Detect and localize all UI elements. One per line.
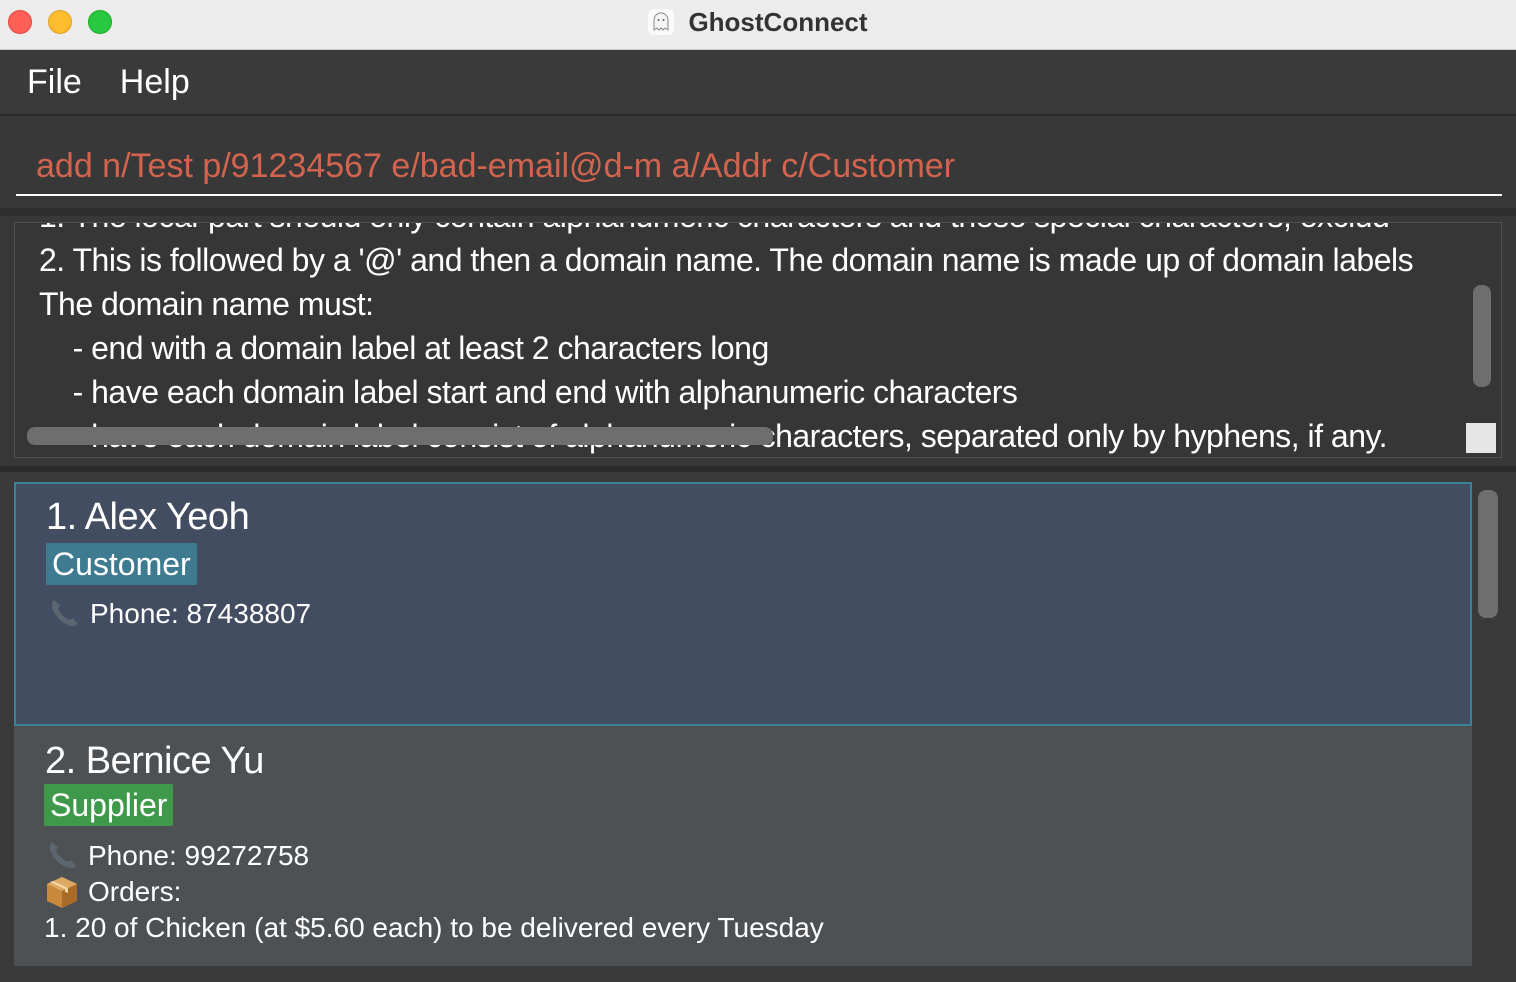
result-line: 1. The local-part should only contain al… xyxy=(39,223,1390,238)
scroll-corner xyxy=(1466,423,1496,453)
person-card[interactable]: 2. Bernice Yu Supplier Phone: 99272758 O… xyxy=(14,726,1472,966)
orders-label: Orders: xyxy=(88,876,182,907)
window-title: GhostConnect xyxy=(688,6,868,37)
person-list: 1. Alex Yeoh Customer Phone: 87438807 2.… xyxy=(0,472,1516,982)
menu-bar: File Help xyxy=(0,50,1516,116)
result-display[interactable]: 1. The local-part should only contain al… xyxy=(14,222,1502,458)
person-name: 2. Bernice Yu xyxy=(45,740,264,782)
result-line: 2. This is followed by a '@' and then a … xyxy=(39,242,1414,278)
window-title-bar: GhostConnect xyxy=(0,0,1516,50)
result-line: The domain name must: xyxy=(39,286,374,322)
command-box-area xyxy=(0,116,1516,208)
tag-supplier: Supplier xyxy=(44,784,174,826)
person-list-scrollbar[interactable] xyxy=(1478,490,1498,618)
tag-customer: Customer xyxy=(46,543,197,585)
phone-row: Phone: 99272758 xyxy=(44,838,309,874)
result-line: - end with a domain label at least 2 cha… xyxy=(39,330,770,366)
orders-row: Orders: xyxy=(44,874,181,910)
result-vertical-scrollbar[interactable] xyxy=(1473,285,1491,387)
result-line: - have each domain label start and end w… xyxy=(39,374,1018,410)
ghost-icon xyxy=(648,9,675,35)
phone-icon xyxy=(46,596,82,632)
window-title-group: GhostConnect xyxy=(0,0,1516,44)
menu-help[interactable]: Help xyxy=(120,63,190,102)
order-item: 1. 20 of Chicken (at $5.60 each) to be d… xyxy=(44,912,824,943)
phone-text: Phone: 87438807 xyxy=(90,598,312,629)
result-horizontal-scrollbar[interactable] xyxy=(27,427,773,445)
command-input[interactable] xyxy=(16,138,1502,196)
person-card[interactable]: 1. Alex Yeoh Customer Phone: 87438807 xyxy=(14,482,1472,726)
separator xyxy=(0,208,1516,216)
result-display-area: 1. The local-part should only contain al… xyxy=(0,216,1516,466)
person-name: 1. Alex Yeoh xyxy=(46,496,250,538)
phone-row: Phone: 87438807 xyxy=(46,596,311,632)
menu-file[interactable]: File xyxy=(27,63,82,102)
package-icon xyxy=(44,874,80,910)
phone-text: Phone: 99272758 xyxy=(88,840,310,871)
phone-icon xyxy=(44,838,80,874)
